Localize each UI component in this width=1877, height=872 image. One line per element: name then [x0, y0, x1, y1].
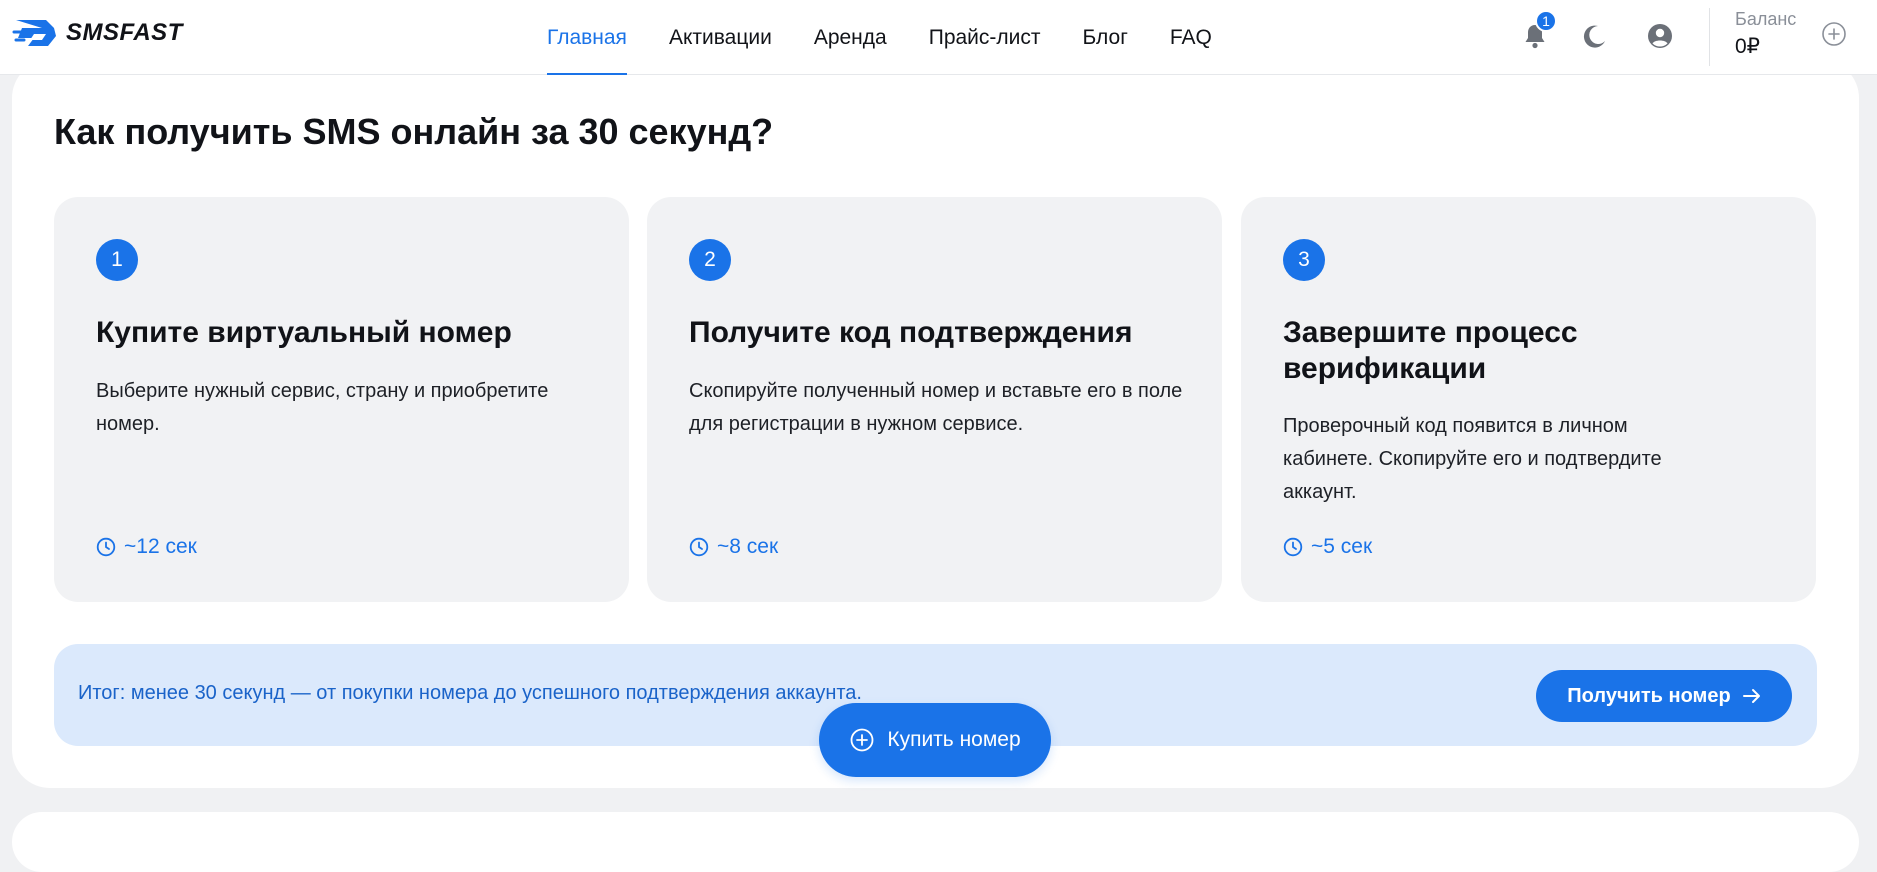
step-description: Выберите нужный сервис, страну и приобре…	[96, 380, 549, 435]
step-time-label: ~12 сек	[124, 535, 197, 558]
page-title: Как получить SMS онлайн за 30 секунд?	[54, 111, 774, 152]
step-time: ~12 сек	[96, 535, 197, 559]
smsfast-logo-icon	[12, 20, 56, 46]
get-number-button[interactable]: Получить номер	[1536, 670, 1792, 722]
nav-item-activations[interactable]: Активации	[669, 0, 772, 75]
step-number: 2	[689, 239, 731, 281]
step-description: Скопируйте полученный номер и вставьте е…	[689, 380, 1183, 435]
moon-icon	[1583, 25, 1605, 48]
step-time-label: ~8 сек	[717, 535, 779, 558]
profile-button[interactable]	[1643, 19, 1677, 53]
notification-badge: 1	[1535, 10, 1557, 32]
nav-item-rent[interactable]: Аренда	[814, 0, 887, 75]
user-icon	[1648, 24, 1672, 48]
clock-icon	[689, 537, 709, 557]
main-nav: Главная Активации Аренда Прайс-лист Блог…	[547, 0, 1254, 75]
theme-toggle-button[interactable]	[1577, 19, 1611, 53]
step-description: Проверочный код появится в личном кабине…	[1283, 415, 1662, 503]
step-card-3: 3 Завершите процесс верификации Провероч…	[1241, 197, 1816, 602]
top-header: SMSFAST Главная Активации Аренда Прайс-л…	[0, 0, 1877, 75]
summary-text: Итог: менее 30 секунд — от покупки номер…	[78, 682, 862, 704]
step-title: Купите виртуальный номер	[96, 316, 512, 349]
clock-icon	[96, 537, 116, 557]
step-card-2: 2 Получите код подтверждения Скопируйте …	[647, 197, 1222, 602]
step-time: ~8 сек	[689, 535, 778, 559]
step-title: Получите код подтверждения	[689, 316, 1133, 349]
plus-circle-icon[interactable]	[1820, 20, 1848, 48]
nav-item-faq[interactable]: FAQ	[1170, 0, 1212, 75]
balance-block: Баланс 0₽	[1735, 9, 1796, 59]
clock-icon	[1283, 537, 1303, 557]
balance-value: 0₽	[1735, 35, 1761, 58]
nav-item-pricelist[interactable]: Прайс-лист	[929, 0, 1041, 75]
get-number-label: Получить номер	[1567, 684, 1731, 707]
logo[interactable]: SMSFAST	[12, 14, 183, 52]
buy-number-label: Купить номер	[887, 728, 1021, 751]
step-time: ~5 сек	[1283, 535, 1372, 559]
buy-number-button[interactable]: Купить номер	[819, 703, 1051, 777]
arrow-right-icon	[1742, 689, 1760, 703]
nav-item-blog[interactable]: Блог	[1083, 0, 1128, 75]
plus-circle-icon	[850, 728, 874, 752]
logo-text: SMSFAST	[66, 19, 183, 46]
notifications-button[interactable]: 1	[1518, 10, 1557, 53]
header-divider	[1709, 8, 1710, 66]
step-number: 1	[96, 239, 138, 281]
next-section	[12, 812, 1859, 872]
step-time-label: ~5 сек	[1311, 535, 1373, 558]
nav-item-home[interactable]: Главная	[547, 0, 627, 75]
step-number: 3	[1283, 239, 1325, 281]
balance-label: Баланс	[1735, 9, 1797, 29]
step-card-1: 1 Купите виртуальный номер Выберите нужн…	[54, 197, 629, 602]
step-title: Завершите процесс верификации	[1283, 316, 1578, 385]
